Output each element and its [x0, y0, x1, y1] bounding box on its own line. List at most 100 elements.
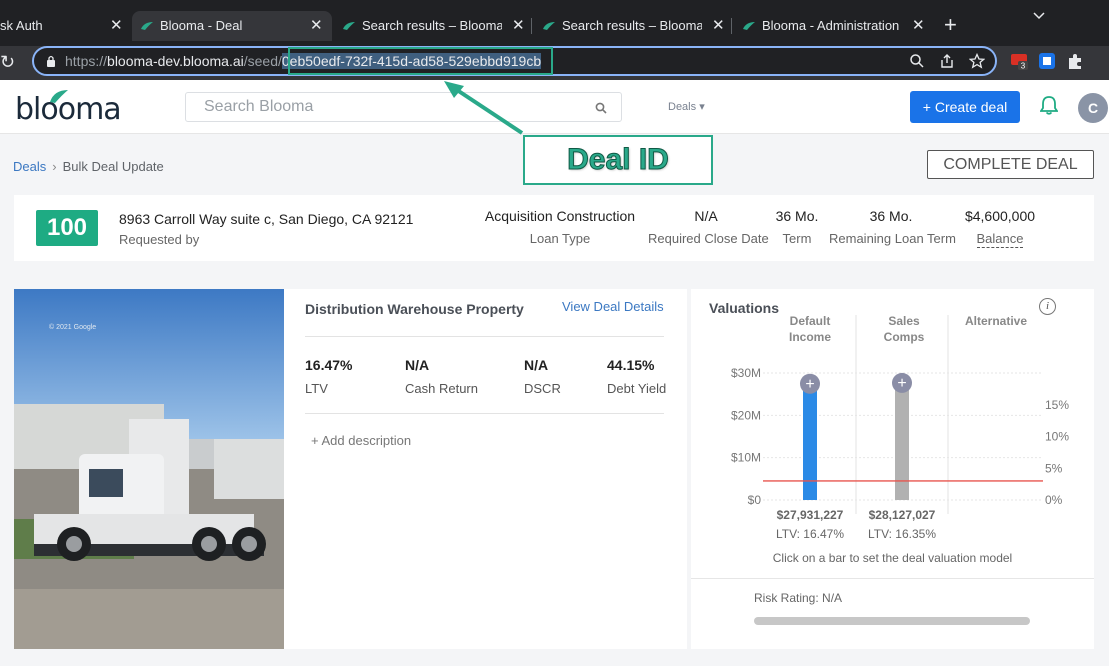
column-header-line: Alternative	[964, 314, 1028, 328]
remaining-term-value: 36 Mo.	[869, 208, 913, 224]
loan-type-value: Acquisition Construction	[484, 208, 636, 224]
photo-watermark: © 2021 Google	[49, 323, 96, 331]
blooma-favicon-icon	[543, 22, 555, 30]
annotation-label: Deal ID	[567, 143, 670, 177]
requested-by-label: Requested by	[119, 232, 200, 247]
column-header-line: Income	[788, 330, 831, 344]
metric-label: LTV	[305, 381, 328, 396]
bar-ltv-label: LTV: 16.35%	[868, 527, 936, 541]
divider	[691, 578, 1094, 579]
column-header-sales-comps: Sales Comps	[863, 313, 945, 345]
deals-dropdown-label: Deals	[668, 101, 697, 113]
tab-5[interactable]: Blooma - Administration ✕	[734, 11, 930, 41]
y-tick-label: $10M	[731, 451, 761, 465]
close-icon[interactable]: ✕	[712, 11, 725, 41]
browser-tab-strip: sk Auth ✕ Blooma - Deal ✕ Search results…	[0, 0, 1109, 46]
tab-4[interactable]: Search results – Blooma.ai ✕	[534, 11, 730, 41]
valuation-hint: Click on a bar to set the deal valuation…	[772, 551, 1013, 565]
metric-value: N/A	[524, 357, 549, 373]
create-deal-label: Create deal	[934, 99, 1008, 115]
tab-2-active[interactable]: Blooma - Deal ✕	[132, 11, 332, 41]
valuation-bar[interactable]	[895, 380, 909, 500]
balance-label[interactable]: Balance	[976, 231, 1024, 248]
column-header-line: Sales	[888, 314, 920, 328]
risk-rating-label: Risk Rating: N/A	[754, 591, 843, 605]
plus-icon: +	[805, 376, 814, 393]
extension-red-icon[interactable]: 3	[1010, 52, 1028, 70]
bookmark-star-icon[interactable]	[969, 53, 985, 69]
balance-value: $4,600,000	[964, 208, 1036, 224]
close-icon[interactable]: ✕	[912, 11, 925, 41]
extensions-puzzle-icon[interactable]	[1066, 52, 1084, 70]
reload-icon[interactable]: ↻	[0, 52, 15, 72]
breadcrumb-deals-link[interactable]: Deals	[13, 159, 46, 174]
tab-search-chevron-icon[interactable]	[1032, 8, 1046, 22]
metric-label: Debt Yield	[607, 381, 667, 396]
term-field: 36 Mo. Term	[766, 208, 828, 246]
breadcrumb: Deals › Bulk Deal Update	[13, 159, 164, 174]
blooma-favicon-icon	[141, 22, 153, 30]
tab-title: Search results – Blooma.ai	[562, 18, 702, 33]
deal-score-badge: 100	[36, 210, 98, 246]
caret-down-icon: ▾	[699, 101, 705, 113]
plus-icon: +	[897, 375, 906, 392]
y-tick-label: $0	[748, 493, 762, 507]
add-description-button[interactable]: + Add description	[311, 433, 411, 448]
tab-title: Blooma - Deal	[160, 18, 243, 33]
url-host: blooma-dev.blooma.ai	[107, 53, 244, 69]
tab-separator	[731, 18, 732, 34]
y2-tick-label: 10%	[1045, 430, 1069, 444]
extensions-area: 3	[1010, 52, 1084, 70]
search-icon[interactable]	[595, 102, 607, 114]
bar-value-label: $27,931,227	[777, 508, 844, 522]
url-scheme: https://	[65, 53, 108, 69]
metric-debt-yield: 44.15% Debt Yield	[607, 357, 666, 396]
property-address: 8963 Carroll Way suite c, San Diego, CA …	[119, 211, 414, 227]
tab-title: Search results – Blooma.ai	[362, 18, 502, 33]
close-date-value: N/A	[694, 208, 718, 224]
share-icon[interactable]	[939, 53, 955, 69]
complete-deal-button[interactable]: COMPLETE DEAL	[927, 150, 1094, 179]
metric-ltv: 16.47% LTV	[305, 357, 352, 396]
close-icon[interactable]: ✕	[512, 11, 525, 41]
metric-cash-return: N/A Cash Return	[405, 357, 478, 396]
valuations-card: $0 $10M $20M $30M 0% 5% 10% 15% + $27,931,227 LTV:…	[691, 289, 1094, 649]
property-title: Distribution Warehouse Property	[305, 301, 524, 317]
view-deal-details-link[interactable]: View Deal Details	[562, 299, 664, 314]
annotation-callout: Deal ID	[523, 135, 713, 185]
breadcrumb-current: Bulk Deal Update	[62, 159, 164, 174]
zoom-icon[interactable]	[909, 53, 925, 69]
close-icon[interactable]: ✕	[110, 11, 123, 41]
close-icon[interactable]: ✕	[310, 11, 323, 41]
tab-separator	[531, 18, 532, 34]
blooma-favicon-icon	[743, 22, 755, 30]
deals-dropdown[interactable]: Deals ▾	[668, 100, 705, 113]
metric-value: 44.15%	[607, 357, 655, 373]
y2-tick-label: 15%	[1045, 398, 1069, 412]
info-icon[interactable]: i	[1039, 298, 1056, 315]
column-header-alternative: Alternative	[953, 313, 1039, 329]
property-card: © 2021 Google Distribution Warehouse Pro…	[14, 289, 687, 649]
y-tick-label: $20M	[731, 408, 761, 422]
browser-toolbar: ↻ https://blooma-dev.blooma.ai/seed/0eb5…	[0, 46, 1109, 80]
tab-1[interactable]: sk Auth ✕	[0, 11, 130, 41]
create-deal-button[interactable]: + Create deal	[910, 91, 1020, 123]
tab-3[interactable]: Search results – Blooma.ai ✕	[334, 11, 530, 41]
property-photo[interactable]: © 2021 Google	[14, 289, 284, 649]
y2-tick-label: 5%	[1045, 461, 1063, 475]
address-bar-actions	[909, 53, 985, 69]
new-tab-button[interactable]: +	[944, 12, 957, 38]
notification-bell-icon[interactable]	[1040, 95, 1058, 115]
user-avatar[interactable]: C	[1078, 93, 1108, 123]
loan-type-label: Loan Type	[529, 231, 591, 246]
blooma-favicon-icon	[343, 22, 355, 30]
metric-dscr: N/A DSCR	[524, 357, 561, 396]
column-header-line: Default	[789, 314, 831, 328]
metric-value: N/A	[405, 357, 430, 373]
metric-label: Cash Return	[405, 381, 478, 396]
column-header-line: Comps	[883, 330, 925, 344]
extension-blue-icon[interactable]	[1038, 52, 1056, 70]
tab-title: Blooma - Administration	[762, 18, 900, 33]
chevron-right-icon: ›	[52, 159, 57, 174]
valuation-bar[interactable]	[803, 381, 817, 500]
